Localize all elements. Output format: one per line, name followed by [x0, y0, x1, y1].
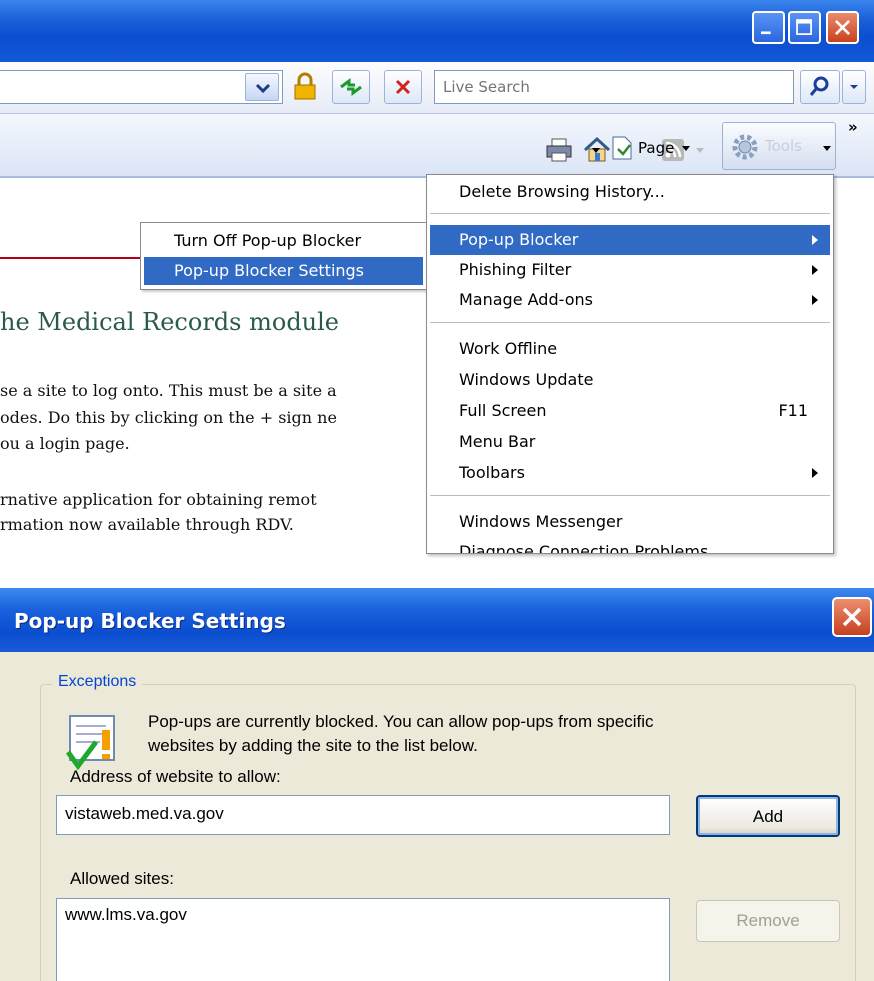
menu-separator	[430, 495, 830, 496]
search-options-button[interactable]	[842, 70, 866, 104]
page-text-line: se a site to log onto. This must be a si…	[0, 381, 337, 400]
dialog-title: Pop-up Blocker Settings	[14, 609, 286, 633]
close-icon	[842, 607, 862, 627]
info-text-line1: Pop-ups are currently blocked. You can a…	[148, 712, 654, 731]
chevron-down-icon	[255, 83, 271, 94]
search-input[interactable]	[434, 70, 794, 104]
toolbar-overflow-chevron[interactable]: »	[848, 118, 858, 136]
maximize-button[interactable]	[788, 11, 821, 44]
menu-item-label: Work Offline	[459, 339, 558, 358]
page-menu-button[interactable]: Page	[610, 135, 691, 161]
stop-button[interactable]	[384, 70, 422, 104]
allowed-sites-label: Allowed sites:	[70, 869, 174, 888]
menu-item-menu-bar[interactable]: Menu Bar	[430, 427, 830, 457]
close-icon	[834, 19, 851, 36]
add-button[interactable]: Add	[696, 795, 840, 837]
address-dropdown-button[interactable]	[245, 73, 279, 101]
exceptions-group-label: Exceptions	[52, 673, 143, 691]
submenu-arrow-icon	[812, 235, 818, 245]
search-go-button[interactable]	[800, 70, 840, 104]
menu-item-delete-browsing-history[interactable]: Delete Browsing History...	[430, 177, 830, 207]
chevron-down-icon	[850, 85, 858, 89]
page-text-line: ou a login page.	[0, 434, 130, 453]
allowed-sites-list[interactable]: www.lms.va.gov	[56, 898, 670, 981]
menu-item-label: Windows Update	[459, 370, 594, 389]
menu-item-label: Toolbars	[459, 463, 525, 482]
minimize-button[interactable]	[752, 11, 785, 44]
page-heading: he Medical Records module	[0, 308, 340, 336]
refresh-icon	[340, 78, 362, 96]
page-menu-label: Page	[638, 139, 675, 157]
menu-item-work-offline[interactable]: Work Offline	[430, 334, 830, 364]
menu-item-phishing-filter[interactable]: Phishing Filter	[430, 255, 830, 285]
menu-item-label: Phishing Filter	[459, 260, 572, 279]
menu-item-label: Windows Messenger	[459, 512, 623, 531]
tools-menu: Delete Browsing History... Pop-up Blocke…	[426, 174, 834, 554]
menu-item-label: Manage Add-ons	[459, 290, 593, 309]
submenu-arrow-icon	[812, 295, 818, 305]
menu-item-popup-blocker-settings[interactable]: Pop-up Blocker Settings	[144, 257, 423, 285]
search-icon	[809, 76, 829, 96]
menu-item-popup-blocker[interactable]: Pop-up Blocker	[430, 225, 830, 255]
info-text-line2: websites by adding the site to the list …	[148, 736, 478, 755]
maximize-icon	[796, 19, 812, 35]
print-icon	[546, 138, 572, 162]
gear-icon	[732, 134, 758, 160]
menu-item-label: Menu Bar	[459, 432, 536, 451]
minimize-icon	[761, 31, 771, 35]
list-item[interactable]: www.lms.va.gov	[65, 905, 661, 925]
menu-item-toolbars[interactable]: Toolbars	[430, 458, 830, 488]
menu-separator	[430, 322, 830, 323]
security-lock-button[interactable]	[286, 70, 324, 104]
menu-item-manage-add-ons[interactable]: Manage Add-ons	[430, 285, 830, 315]
feeds-dropdown-arrow[interactable]	[696, 148, 704, 153]
menu-item-full-screen[interactable]: Full Screen F11	[430, 396, 830, 426]
remove-button[interactable]: Remove	[696, 900, 840, 942]
menu-item-label: Turn Off Pop-up Blocker	[174, 231, 362, 250]
menu-item-label: Delete Browsing History...	[459, 182, 665, 201]
stop-icon	[395, 79, 411, 95]
menu-item-shortcut: F11	[778, 401, 808, 420]
chevron-down-icon	[823, 146, 831, 151]
menu-item-label: Pop-up Blocker	[459, 230, 579, 249]
page-text-line: rmation now available through RDV.	[0, 515, 294, 534]
close-window-button[interactable]	[826, 11, 859, 44]
lock-icon	[294, 72, 316, 100]
menu-separator	[430, 213, 830, 214]
chevron-down-icon	[682, 145, 691, 151]
tools-menu-button[interactable]: Tools	[722, 122, 836, 170]
page-icon	[612, 136, 632, 160]
website-address-input[interactable]: vistaweb.med.va.gov	[56, 795, 670, 835]
refresh-button[interactable]	[332, 70, 370, 104]
menu-item-label: Pop-up Blocker Settings	[174, 261, 365, 280]
popup-blocker-submenu: Turn Off Pop-up Blocker Pop-up Blocker S…	[140, 222, 427, 290]
browser-titlebar	[0, 0, 874, 62]
address-label: Address of website to allow:	[70, 767, 281, 786]
dialog-close-button[interactable]	[832, 597, 872, 637]
header-rule	[0, 257, 152, 259]
print-dropdown-arrow[interactable]	[592, 148, 600, 153]
tools-menu-label: Tools	[765, 137, 802, 155]
print-button[interactable]	[544, 136, 574, 168]
submenu-arrow-icon	[812, 468, 818, 478]
submenu-arrow-icon	[812, 265, 818, 275]
menu-item-label: Diagnose Connection Problems	[459, 542, 709, 554]
menu-item-label: Full Screen	[459, 401, 547, 420]
menu-item-windows-messenger[interactable]: Windows Messenger	[430, 507, 830, 537]
address-field[interactable]	[0, 70, 283, 104]
menu-item-turn-off-popup-blocker[interactable]: Turn Off Pop-up Blocker	[144, 227, 423, 255]
menu-item-windows-update[interactable]: Windows Update	[430, 365, 830, 395]
page-text-line: odes. Do this by clicking on the + sign …	[0, 408, 337, 427]
menu-item-diagnose-connection-problems[interactable]: Diagnose Connection Problems	[430, 537, 830, 554]
page-text-line: rnative application for obtaining remot	[0, 490, 317, 509]
